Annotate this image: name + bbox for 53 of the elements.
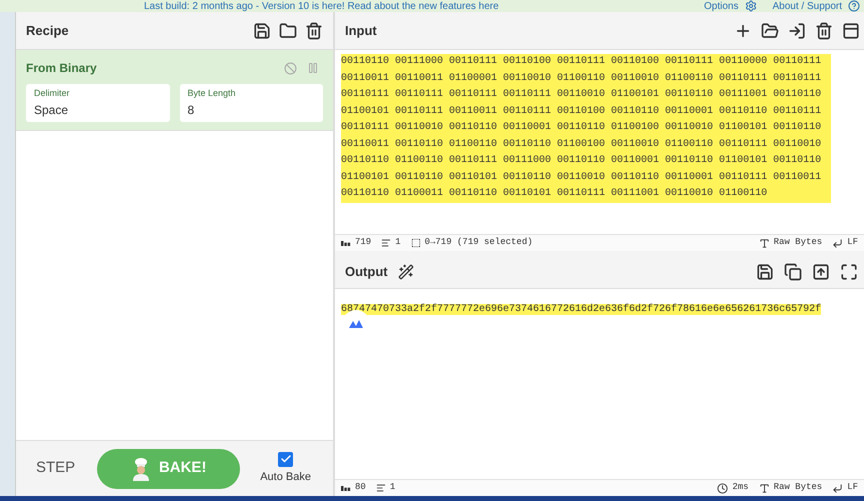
step-button[interactable]: STEP: [36, 457, 76, 480]
lines-icon: [381, 238, 392, 248]
field-label: Byte Length: [188, 87, 237, 100]
encoding-button[interactable]: Raw Bytes: [774, 236, 822, 250]
folder-icon[interactable]: [279, 22, 297, 40]
line-count: 1: [395, 236, 401, 250]
length-count: 719: [355, 236, 372, 250]
encoding-icon: [758, 482, 770, 494]
auto-bake-checkbox[interactable]: [278, 452, 294, 467]
lines-icon: [376, 483, 386, 493]
trash-icon[interactable]: [305, 22, 323, 40]
field-value: 8: [188, 102, 196, 118]
copy-icon[interactable]: [784, 262, 802, 280]
field-label: Delimiter: [34, 87, 71, 100]
encoding-icon: [758, 238, 770, 248]
input-title: Input: [345, 22, 378, 40]
save-icon[interactable]: [253, 22, 271, 40]
operation-field[interactable]: Byte Length 8: [180, 84, 323, 122]
magic-wand-icon[interactable]: [398, 264, 414, 280]
save-icon[interactable]: [756, 262, 774, 280]
banner-text: Last build: 2 months ago - Version 10 is here! Read about the new features here: [144, 2, 499, 12]
selection-icon: [410, 238, 421, 248]
operation-field[interactable]: Delimiter Space: [26, 84, 170, 122]
encoding-button[interactable]: Raw Bytes: [774, 481, 822, 495]
auto-bake-label: Auto Bake: [260, 470, 311, 485]
chef-icon: [130, 456, 151, 480]
about-link[interactable]: About / Support: [772, 2, 842, 12]
layout-icon[interactable]: [842, 22, 860, 40]
field-value: Space: [34, 102, 70, 118]
replace-input-icon[interactable]: [812, 262, 830, 280]
characters-icon: [341, 486, 351, 490]
folder-icon[interactable]: [761, 22, 779, 40]
length-count: 80: [355, 481, 366, 494]
recipe-title: Recipe: [26, 22, 70, 40]
bake-time: 2ms: [732, 481, 749, 494]
input-text[interactable]: 00110110 00111000 00110111 00110100 00110111 00110100 00110111 00110000 00110111 00110011 00110011 01100001 00110010 01100110 00110010 01100110 00110111 00110111 00110111 00110111 00110111 00110111 00110010 01100101 00110110 00111001 00110110 01100101 00110111 00110011 00110111 00110100 00110110 00110001 00110110 00110111 00110111 00110010 00110110 00110001 00110110 01100100 00110010 01100101 00110110 00110011 00110110 01100110 00110110 01100100 00110010 01100110 00110111 00110010 00110110 01100110 00110111 00111000 00110110 00110001 00110110 01100101 00110110 01100101 00110110 00110101 00110110 00110010 00110110 00110001 00110111 00110011 00110110 01100011 00110110 00110101 00110111 00111001 00110010 01100110: [341, 54, 831, 202]
characters-icon: [341, 240, 351, 246]
options-link[interactable]: Options: [704, 2, 738, 12]
eol-button[interactable]: LF: [847, 481, 858, 495]
trash-icon[interactable]: [815, 22, 833, 40]
clock-icon: [717, 482, 728, 494]
help-icon[interactable]: [848, 0, 860, 12]
settings-icon[interactable]: [744, 0, 756, 12]
operation-name: From Binary: [26, 60, 98, 77]
eol-icon: [832, 482, 844, 494]
selection-range: 0→719 (719 selected): [424, 236, 533, 250]
eol-button[interactable]: LF: [847, 236, 858, 250]
eol-icon: [832, 238, 844, 248]
maximize-icon[interactable]: [840, 262, 858, 280]
line-count: 1: [390, 481, 396, 494]
output-text[interactable]: 68747470733a2f2f7777772e696e7374616772616d2e636f6d2f726f78616e6e656261736c65792f: [341, 304, 822, 315]
import-icon[interactable]: [788, 22, 806, 40]
output-title: Output: [345, 262, 388, 281]
